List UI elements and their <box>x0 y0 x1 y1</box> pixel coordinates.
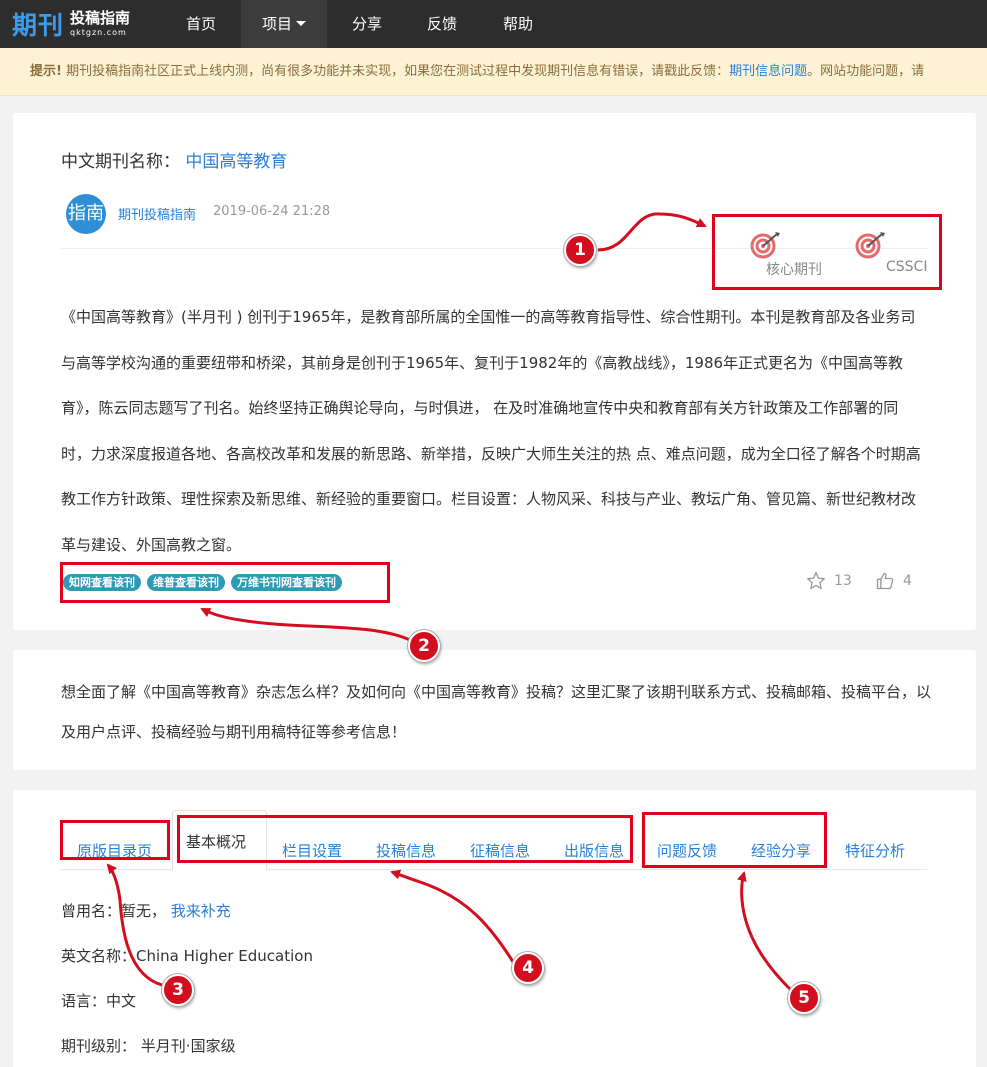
annotation-box-4 <box>177 815 633 863</box>
level-row: 期刊级别： 半月刊·国家级 <box>61 1037 236 1055</box>
top-nav-bar: 期刊 投稿指南 qktgzn.com 首页 项目 分享 反馈 帮助 <box>0 0 987 48</box>
annotation-box-3 <box>60 820 170 860</box>
annotation-number-3: 3 <box>162 974 194 1006</box>
notice-text: 期刊投稿指南社区正式上线内测，尚有很多功能并未实现，如果您在测试过程中发现期刊信… <box>61 64 730 79</box>
tab-analysis[interactable]: 特征分析 <box>845 840 905 861</box>
nav-feedback[interactable]: 反馈 <box>407 0 477 48</box>
author-link[interactable]: 期刊投稿指南 <box>118 204 196 223</box>
journal-name-link[interactable]: 中国高等教育 <box>185 152 287 172</box>
intro-card: 想全面了解《中国高等教育》杂志怎么样？及如何向《中国高等教育》投稿？这里汇聚了该… <box>13 650 976 770</box>
post-time: 2019-06-24 21:28 <box>213 204 331 219</box>
star-count[interactable]: 13 <box>806 571 852 591</box>
journal-info-issue-link[interactable]: 期刊信息问题 <box>729 64 807 79</box>
star-icon <box>807 572 825 590</box>
english-name-row: 英文名称：China Higher Education <box>61 947 313 965</box>
like-count[interactable]: 4 <box>875 571 912 591</box>
annotation-number-1: 1 <box>564 234 596 266</box>
annotation-box-1 <box>712 214 942 290</box>
logo-domain: qktgzn.com <box>70 28 127 37</box>
notice-bar: 提示! 期刊投稿指南社区正式上线内测，尚有很多功能并未实现，如果您在测试过程中发… <box>0 48 987 96</box>
notice-text-2: 。网站功能问题，请 <box>807 64 925 79</box>
nav-projects[interactable]: 项目 <box>241 0 327 48</box>
annotation-number-4: 4 <box>512 952 544 984</box>
nav-home[interactable]: 首页 <box>166 0 236 48</box>
journal-title: 中文期刊名称： 中国高等教育 <box>61 152 288 172</box>
caret-down-icon <box>296 21 306 26</box>
nav-help[interactable]: 帮助 <box>483 0 553 48</box>
language-row: 语言：中文 <box>61 992 137 1010</box>
logo-title: 投稿指南 <box>70 9 131 27</box>
nav-share[interactable]: 分享 <box>332 0 402 48</box>
journal-card: 中文期刊名称： 中国高等教育 指南 期刊投稿指南 2019-06-24 21:2… <box>13 113 976 630</box>
add-former-name-link[interactable]: 我来补充 <box>171 902 231 920</box>
journal-description: 《中国高等教育》(半月刊 ) 创刊于1965年，是教育部所属的全国惟一的高等教育… <box>61 308 921 554</box>
former-name-row: 曾用名：暂无， 我来补充 <box>61 902 231 920</box>
annotation-number-2: 2 <box>408 630 440 662</box>
notice-prefix: 提示! <box>30 64 62 79</box>
site-logo[interactable]: 期刊 投稿指南 qktgzn.com <box>12 6 130 42</box>
annotation-box-5 <box>642 812 827 868</box>
intro-text: 想全面了解《中国高等教育》杂志怎么样？及如何向《中国高等教育》投稿？这里汇聚了该… <box>61 683 932 741</box>
logo-mark: 期刊 <box>12 11 65 40</box>
avatar[interactable]: 指南 <box>66 194 106 234</box>
annotation-number-5: 5 <box>788 982 820 1014</box>
thumbs-up-icon <box>876 572 894 590</box>
annotation-box-2 <box>60 562 390 603</box>
